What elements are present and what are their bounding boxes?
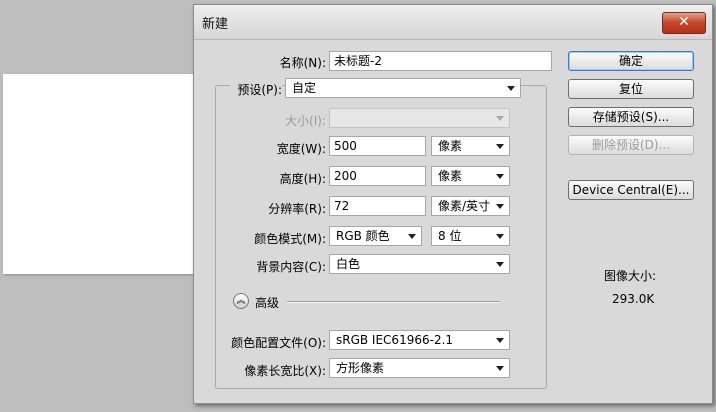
chevron-down-icon <box>496 116 504 121</box>
close-button[interactable]: ✕ <box>662 12 706 34</box>
reset-button[interactable]: 复位 <box>568 79 694 99</box>
preset-select[interactable]: 自定 <box>285 78 521 98</box>
color-profile-label: 颜色配置文件(O): <box>231 336 326 350</box>
chevron-down-icon <box>496 144 504 149</box>
height-label: 高度(H): <box>279 172 326 186</box>
width-unit-value: 像素 <box>438 139 463 153</box>
new-document-dialog: 新建 ✕ 名称(N): 未标题-2 预设(P): 自定 大小(I): 宽度(W)… <box>193 4 713 404</box>
advanced-label: 高级 <box>255 296 280 310</box>
advanced-toggle[interactable]: ︽ <box>233 293 249 309</box>
chevron-down-icon <box>496 174 504 179</box>
height-unit-value: 像素 <box>438 169 463 183</box>
chevron-down-icon <box>496 234 504 239</box>
dialog-title: 新建 <box>202 17 229 32</box>
document-canvas-preview <box>3 74 195 274</box>
name-label: 名称(N): <box>279 56 326 70</box>
width-label: 宽度(W): <box>276 142 326 156</box>
device-central-button[interactable]: Device Central(E)... <box>568 180 694 200</box>
color-mode-value: RGB 颜色 <box>336 229 390 243</box>
pixel-aspect-value: 方形像素 <box>336 361 385 375</box>
chevron-down-icon <box>408 234 416 239</box>
delete-preset-button[interactable]: 删除预设(D)... <box>568 135 694 155</box>
width-input[interactable]: 500 <box>329 136 426 156</box>
width-unit-select[interactable]: 像素 <box>431 136 510 156</box>
chevron-down-icon <box>507 86 515 91</box>
chevron-down-icon <box>496 262 504 267</box>
name-input[interactable]: 未标题-2 <box>329 51 552 71</box>
color-profile-value: sRGB IEC61966-2.1 <box>336 333 454 347</box>
size-select[interactable] <box>329 108 510 128</box>
advanced-divider <box>287 301 500 303</box>
bit-depth-value: 8 位 <box>438 229 462 243</box>
size-label: 大小(I): <box>285 114 326 128</box>
save-preset-button[interactable]: 存储预设(S)... <box>568 107 694 127</box>
image-size-value: 293.0K <box>612 292 655 306</box>
resolution-label: 分辨率(R): <box>268 202 326 216</box>
title-bar[interactable]: 新建 ✕ <box>194 5 712 40</box>
color-profile-select[interactable]: sRGB IEC61966-2.1 <box>329 330 510 350</box>
resolution-unit-select[interactable]: 像素/英寸 <box>431 196 510 216</box>
chevron-down-icon <box>496 204 504 209</box>
resolution-unit-value: 像素/英寸 <box>438 199 491 213</box>
preset-value: 自定 <box>292 81 317 95</box>
pixel-aspect-select[interactable]: 方形像素 <box>329 358 510 378</box>
pixel-aspect-label: 像素长宽比(X): <box>244 364 326 378</box>
color-mode-select[interactable]: RGB 颜色 <box>329 226 422 246</box>
background-label: 背景内容(C): <box>256 260 326 274</box>
background-value: 白色 <box>336 257 361 271</box>
background-select[interactable]: 白色 <box>329 254 510 274</box>
chevron-up-double-icon: ︽ <box>236 296 246 306</box>
close-icon: ✕ <box>678 14 690 30</box>
ok-button[interactable]: 确定 <box>568 51 694 71</box>
chevron-down-icon <box>496 338 504 343</box>
image-size-label: 图像大小: <box>604 269 657 283</box>
height-input[interactable]: 200 <box>329 166 426 186</box>
color-mode-label: 颜色模式(M): <box>254 232 326 246</box>
bit-depth-select[interactable]: 8 位 <box>431 226 510 246</box>
chevron-down-icon <box>496 366 504 371</box>
height-unit-select[interactable]: 像素 <box>431 166 510 186</box>
resolution-input[interactable]: 72 <box>329 196 426 216</box>
preset-label: 预设(P): <box>230 81 282 98</box>
